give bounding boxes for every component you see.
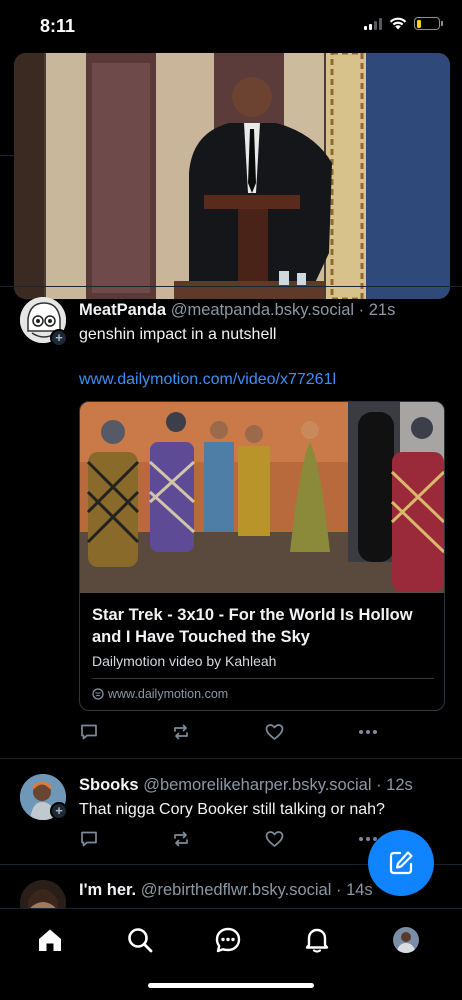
- heart-icon: [265, 724, 283, 740]
- post-link[interactable]: www.dailymotion.com/video/x77261l: [79, 371, 336, 389]
- follow-plus-icon[interactable]: +: [50, 802, 68, 820]
- display-name[interactable]: I'm her.: [79, 881, 136, 899]
- post-text: That nigga Cory Booker still talking or …: [79, 801, 385, 818]
- link-card-domain-text: www.dailymotion.com: [108, 687, 229, 701]
- globe-icon: [92, 688, 104, 700]
- heart-icon: [265, 831, 283, 847]
- reply-icon: [81, 724, 97, 740]
- chat-icon: [215, 927, 241, 953]
- compose-icon: [389, 851, 413, 875]
- link-card-separator: [92, 678, 434, 679]
- reply-button[interactable]: [79, 722, 99, 742]
- link-card-description: Dailymotion video by Kahleah: [92, 653, 277, 669]
- repost-button[interactable]: [171, 722, 191, 742]
- post-text: genshin impact in a nutshell: [79, 326, 277, 343]
- follow-plus-icon[interactable]: +: [50, 329, 68, 347]
- repost-icon: [174, 724, 188, 740]
- profile-avatar: [393, 927, 419, 953]
- display-name[interactable]: Sbooks: [79, 776, 139, 794]
- bell-icon: [305, 928, 329, 953]
- post-header: MeatPanda @meatpanda.bsky.social · 21s: [79, 301, 395, 320]
- more-button[interactable]: [358, 722, 378, 742]
- reply-button[interactable]: [79, 829, 99, 849]
- post-header: I'm her. @rebirthedflwr.bsky.social · 14…: [79, 881, 373, 900]
- home-icon: [39, 929, 61, 951]
- tab-home[interactable]: [30, 923, 70, 957]
- repost-button[interactable]: [171, 829, 191, 849]
- link-card-title: Star Trek - 3x10 - For the World Is Holl…: [92, 606, 413, 646]
- tab-search[interactable]: [120, 923, 160, 957]
- repost-icon: [174, 831, 188, 847]
- post-time: · 21s: [358, 301, 396, 319]
- more-icon: [359, 730, 377, 734]
- post-actions: [79, 722, 379, 742]
- search-icon: [128, 928, 153, 953]
- handle[interactable]: @rebirthedflwr.bsky.social: [141, 881, 332, 899]
- tab-notifications[interactable]: [297, 923, 337, 957]
- display-name[interactable]: MeatPanda: [79, 301, 166, 319]
- reply-icon: [81, 831, 97, 847]
- link-card[interactable]: Star Trek - 3x10 - For the World Is Holl…: [79, 401, 445, 711]
- home-indicator: [148, 983, 314, 988]
- tab-profile[interactable]: [386, 923, 426, 957]
- handle[interactable]: @meatpanda.bsky.social: [171, 301, 354, 319]
- like-button[interactable]: [264, 722, 284, 742]
- post-time: · 14s: [336, 881, 373, 899]
- feed-post[interactable]: + MeatPanda @meatpanda.bsky.social · 21s…: [0, 0, 462, 760]
- like-button[interactable]: [264, 829, 284, 849]
- handle[interactable]: @bemorelikeharper.bsky.social: [143, 776, 371, 794]
- link-card-domain: www.dailymotion.com: [92, 687, 228, 701]
- post-actions: [79, 829, 379, 849]
- link-card-thumbnail: [80, 402, 444, 593]
- tab-chat[interactable]: [208, 923, 248, 957]
- post-header: Sbooks @bemorelikeharper.bsky.social · 1…: [79, 776, 413, 795]
- compose-button[interactable]: [368, 830, 434, 896]
- avatar[interactable]: [20, 880, 66, 908]
- post-time: · 12s: [376, 776, 413, 794]
